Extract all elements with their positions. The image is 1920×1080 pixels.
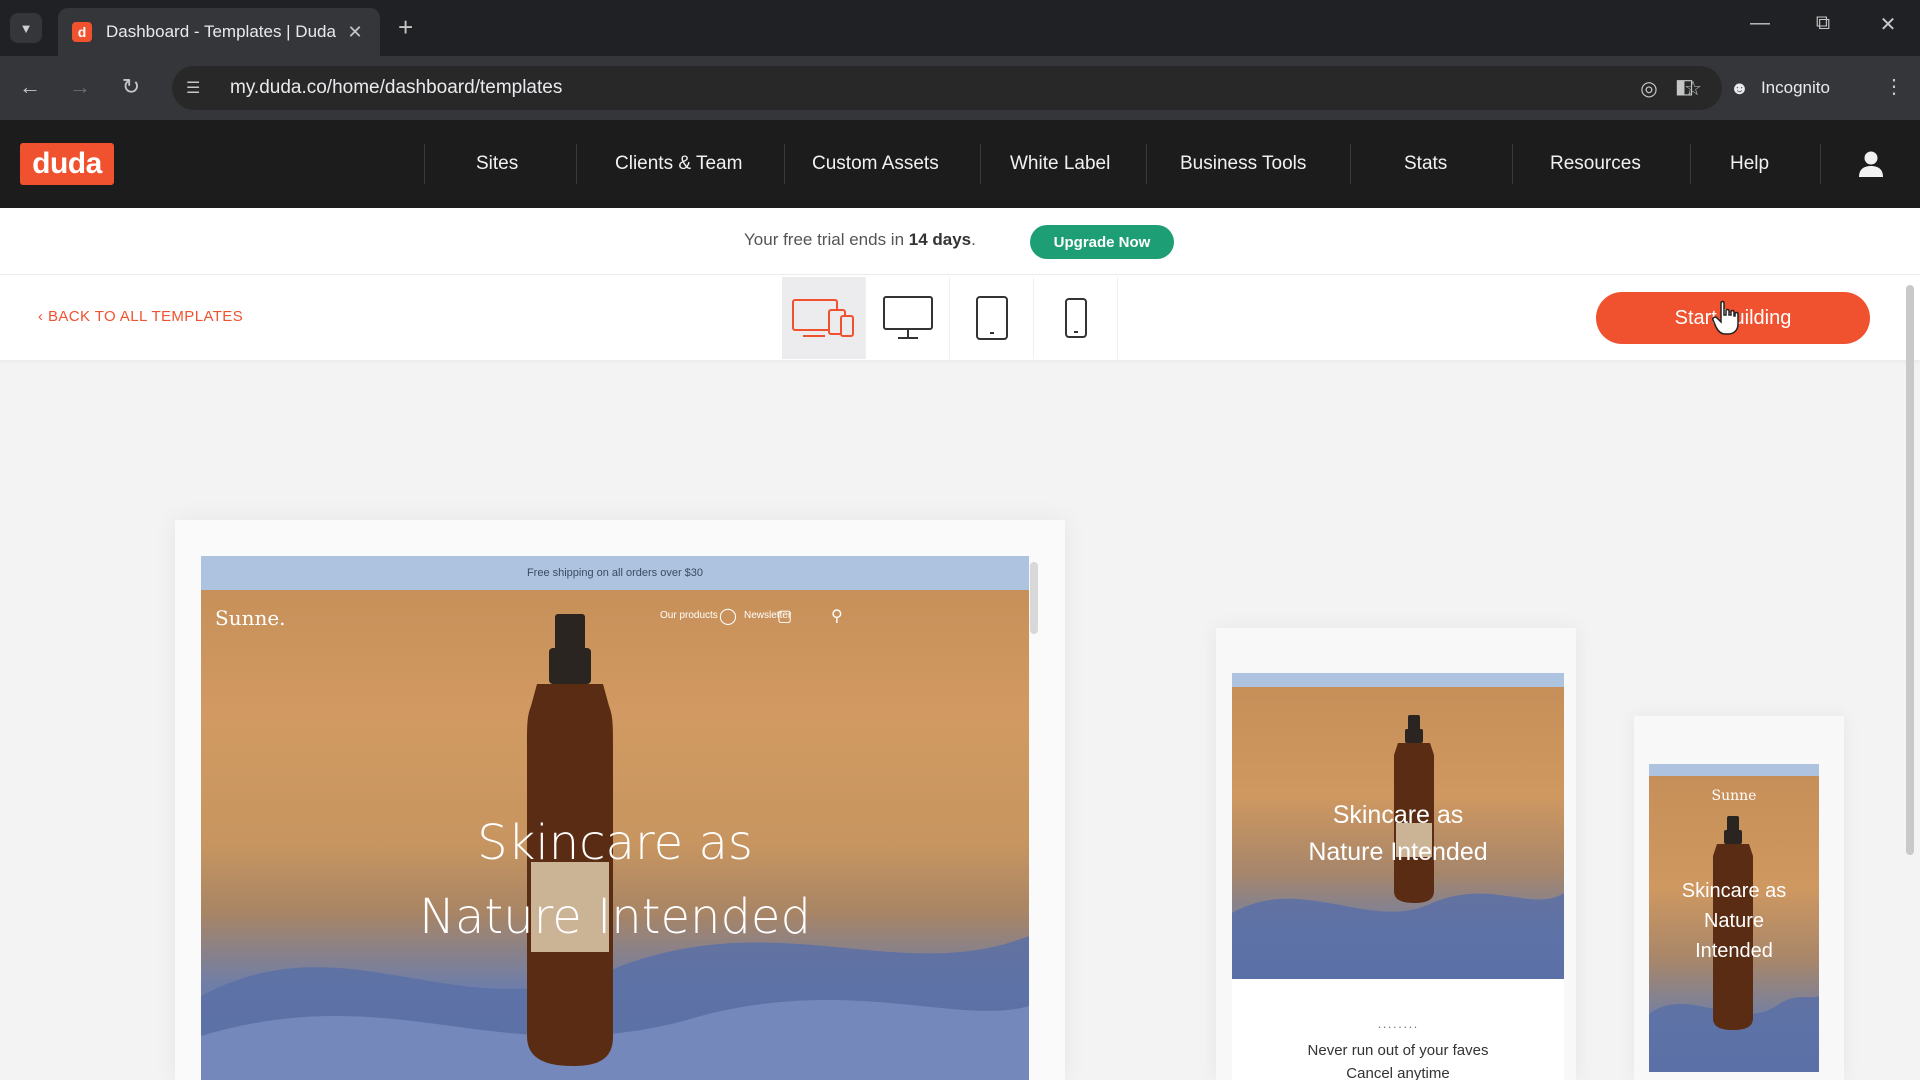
tablet-content-section: • • • • • • • • Never run out of your fa… xyxy=(1232,979,1564,1080)
mobile-phone-icon xyxy=(1064,298,1087,338)
hero-headline: Skincare as Nature Intended xyxy=(201,806,1029,954)
close-tab-icon[interactable]: ✕ xyxy=(344,22,366,43)
incognito-label: Incognito xyxy=(1760,78,1830,97)
nav-divider xyxy=(980,144,981,184)
tablet-template-preview[interactable]: Skincare as Nature Intended xyxy=(1232,673,1564,979)
nav-white-label[interactable]: White Label xyxy=(1010,120,1110,208)
tablet-text-line-2: Cancel anytime xyxy=(1346,1065,1450,1080)
minimize-icon[interactable]: — xyxy=(1740,12,1780,35)
back-to-templates-link[interactable]: ‹ BACK TO ALL TEMPLATES xyxy=(38,308,243,325)
tablet-icon xyxy=(975,296,1008,340)
chevron-left-icon: ‹ xyxy=(38,308,48,325)
mobile-hero-headline: Skincare as Nature Intended xyxy=(1649,876,1819,966)
tablet-headline-line-1: Skincare as xyxy=(1332,801,1464,829)
mobile-view-button[interactable] xyxy=(1034,277,1118,359)
nav-help[interactable]: Help xyxy=(1730,120,1769,208)
page-scrollbar[interactable] xyxy=(1906,285,1914,855)
browser-tab-bar: ▼ d Dashboard - Templates | Duda ✕ + — ⧉… xyxy=(0,0,1920,56)
all-devices-view-button[interactable] xyxy=(782,277,866,359)
trial-text-prefix: Your free trial ends in xyxy=(744,230,909,249)
desktop-view-button[interactable] xyxy=(866,277,950,359)
tablet-headline-line-2: Nature Intended xyxy=(1308,838,1488,866)
incognito-indicator[interactable]: ☻ Incognito xyxy=(1730,66,1830,110)
template-preview-toolbar: ‹ BACK TO ALL TEMPLATES Start building xyxy=(0,274,1920,360)
nav-divider xyxy=(1350,144,1351,184)
duda-logo[interactable]: duda xyxy=(20,143,114,185)
url-text[interactable]: my.duda.co/home/dashboard/templates xyxy=(230,77,1634,99)
nav-custom-assets[interactable]: Custom Assets xyxy=(812,120,939,208)
side-panel-icon[interactable]: ◧ xyxy=(1675,74,1694,99)
mobile-template-preview[interactable]: Sunne Skincare as Nature Intended xyxy=(1649,764,1819,1072)
desktop-monitor-icon xyxy=(882,296,933,339)
kebab-menu-icon[interactable]: ⋮ xyxy=(1884,74,1904,99)
browser-tab[interactable]: d Dashboard - Templates | Duda ✕ xyxy=(58,8,380,56)
trial-days: 14 days xyxy=(908,230,972,249)
tablet-text-line-1: Never run out of your faves xyxy=(1307,1042,1489,1059)
nav-divider xyxy=(1146,144,1147,184)
hand-pointer-cursor-icon xyxy=(1712,300,1739,335)
browser-toolbar: ← → ↻ ☰ my.duda.co/home/dashboard/templa… xyxy=(0,56,1920,120)
multi-device-icon xyxy=(791,299,854,337)
user-account-icon[interactable] xyxy=(1857,150,1885,178)
incognito-icon: ☻ xyxy=(1730,77,1749,98)
trial-banner: Your free trial ends in 14 days. Upgrade… xyxy=(0,208,1920,274)
tablet-subscription-text: Never run out of your faves Cancel anyti… xyxy=(1232,1039,1564,1080)
chevron-down-icon: ▼ xyxy=(19,20,33,36)
back-link-label: BACK TO ALL TEMPLATES xyxy=(47,308,244,325)
nav-divider xyxy=(1820,144,1821,184)
back-arrow-icon[interactable]: ← xyxy=(15,74,45,100)
nav-resources[interactable]: Resources xyxy=(1550,120,1641,208)
nav-business-tools[interactable]: Business Tools xyxy=(1180,120,1306,208)
site-info-icon[interactable]: ☰ xyxy=(186,78,210,98)
tablet-small-heading: • • • • • • • • xyxy=(1378,1025,1418,1031)
nav-divider xyxy=(424,144,425,184)
upgrade-now-button[interactable]: Upgrade Now xyxy=(1030,225,1174,259)
trial-message: Your free trial ends in 14 days. xyxy=(744,230,976,250)
nav-divider xyxy=(576,144,577,184)
tab-title: Dashboard - Templates | Duda xyxy=(106,22,336,41)
desktop-preview-scrollbar[interactable] xyxy=(1030,562,1038,634)
hero-headline-line-2: Nature Intended xyxy=(419,889,811,945)
trial-text-suffix: . xyxy=(971,230,976,249)
duda-favicon-icon: d xyxy=(72,22,92,42)
mobile-headline-line-2: Nature xyxy=(1703,910,1765,932)
nav-clients-team[interactable]: Clients & Team xyxy=(615,120,742,208)
nav-sites[interactable]: Sites xyxy=(476,120,518,208)
address-bar[interactable]: ☰ my.duda.co/home/dashboard/templates ◎ … xyxy=(172,66,1722,110)
hero-headline-line-1: Skincare as xyxy=(477,815,753,871)
nav-divider xyxy=(784,144,785,184)
forward-arrow-icon[interactable]: → xyxy=(65,74,95,100)
nav-stats[interactable]: Stats xyxy=(1404,120,1447,208)
tablet-hero-headline: Skincare as Nature Intended xyxy=(1232,797,1564,871)
new-tab-plus-icon[interactable]: + xyxy=(398,14,413,40)
nav-divider xyxy=(1512,144,1513,184)
tab-search-button[interactable]: ▼ xyxy=(10,13,42,43)
mobile-headline-line-3: Intended xyxy=(1695,940,1773,962)
eye-off-icon[interactable]: ◎ xyxy=(1634,76,1664,101)
duda-header: duda Sites Clients & Team Custom Assets … xyxy=(0,120,1920,208)
window-close-icon[interactable]: ✕ xyxy=(1868,12,1908,37)
desktop-template-preview[interactable]: Free shipping on all orders over $30 Sun… xyxy=(201,556,1029,1080)
nav-divider xyxy=(1690,144,1691,184)
tablet-view-button[interactable] xyxy=(950,277,1034,359)
reload-icon[interactable]: ↻ xyxy=(116,74,146,100)
restore-icon[interactable]: ⧉ xyxy=(1803,12,1843,35)
mobile-headline-line-1: Skincare as xyxy=(1681,880,1787,902)
